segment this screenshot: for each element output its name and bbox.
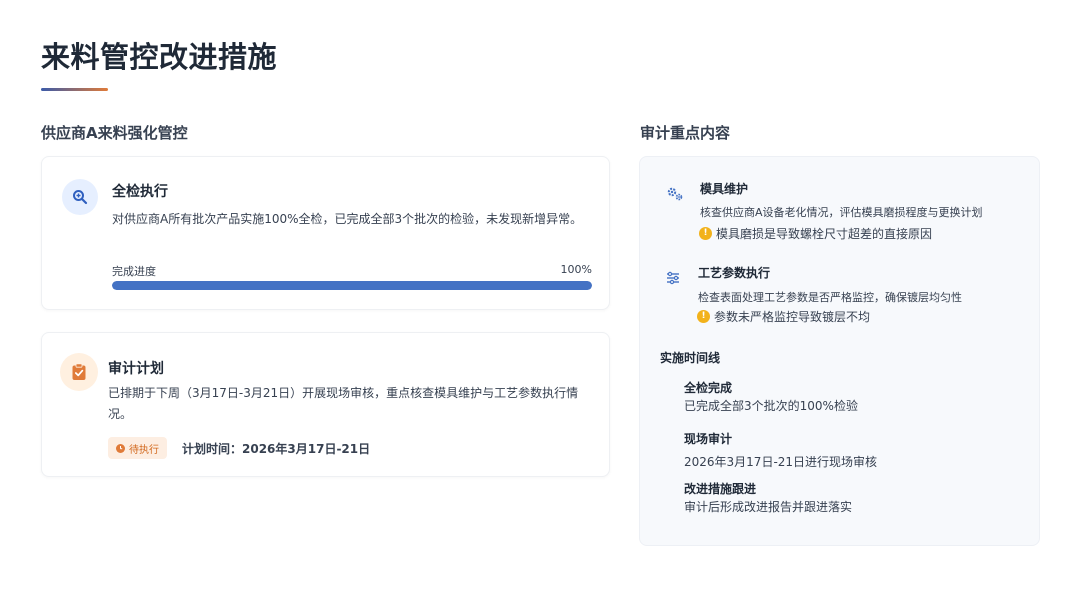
timeline-heading: 实施时间线 bbox=[660, 351, 721, 365]
timeline-entry-title: 改进措施跟进 bbox=[684, 482, 757, 496]
title-underline bbox=[41, 88, 108, 91]
timeline-entry-description: 2026年3月17日-21日进行现场审核 bbox=[684, 455, 878, 469]
progress-bar bbox=[112, 281, 592, 290]
warning-icon: ! bbox=[699, 227, 712, 240]
plan-time: 计划时间：2026年3月17日-21日 bbox=[182, 442, 371, 456]
focus-item-title: 工艺参数执行 bbox=[698, 266, 771, 280]
timeline-entry-description: 审计后形成改进报告并跟进落实 bbox=[684, 500, 853, 514]
progress-label: 完成进度 bbox=[112, 265, 156, 278]
inspection-card: 全检执行 对供应商A所有批次产品实施100%全检，已完成全部3个批次的检验，未发… bbox=[41, 156, 610, 310]
focus-item-warning: ! 模具磨损是导致螺栓尺寸超差的直接原因 bbox=[699, 225, 932, 242]
inspection-title: 全检执行 bbox=[112, 184, 168, 200]
search-icon bbox=[62, 179, 98, 215]
audit-focus-panel: 模具维护 核查供应商A设备老化情况，评估模具磨损程度与更换计划 ! 模具磨损是导… bbox=[639, 156, 1040, 546]
timeline-entry-title: 全检完成 bbox=[684, 381, 733, 395]
focus-item-title: 模具维护 bbox=[700, 182, 749, 196]
clock-icon bbox=[116, 443, 125, 453]
section-heading-audit-focus: 审计重点内容 bbox=[640, 124, 731, 142]
gears-icon bbox=[664, 183, 686, 205]
timeline-entry-title: 现场审计 bbox=[684, 432, 733, 446]
focus-item-warning-text: 模具磨损是导致螺栓尺寸超差的直接原因 bbox=[716, 227, 933, 241]
audit-plan-description: 已排期于下周（3月17日-3月21日）开展现场审核，重点核查模具维护与工艺参数执… bbox=[108, 386, 579, 421]
warning-icon: ! bbox=[697, 310, 710, 323]
sliders-icon bbox=[662, 267, 684, 289]
audit-plan-title: 审计计划 bbox=[108, 361, 164, 377]
timeline-entry-description: 已完成全部3个批次的100%检验 bbox=[684, 399, 858, 413]
focus-item-warning-text: 参数未严格监控导致镀层不均 bbox=[714, 310, 871, 324]
progress-fill bbox=[112, 281, 592, 290]
inspection-description: 对供应商A所有批次产品实施100%全检，已完成全部3个批次的检验，未发现新增异常… bbox=[112, 212, 583, 226]
status-badge-label: 待执行 bbox=[129, 444, 159, 456]
page-title: 来料管控改进措施 bbox=[41, 40, 278, 74]
progress-value: 100% bbox=[560, 263, 592, 276]
focus-item-description: 检查表面处理工艺参数是否严格监控，确保镀层均匀性 bbox=[698, 291, 962, 304]
section-heading-supplier: 供应商A来料强化管控 bbox=[41, 124, 188, 142]
status-badge: 待执行 bbox=[108, 437, 167, 459]
focus-item-warning: ! 参数未严格监控导致镀层不均 bbox=[697, 308, 870, 325]
clipboard-icon bbox=[60, 353, 98, 391]
audit-plan-card: 审计计划 已排期于下周（3月17日-3月21日）开展现场审核，重点核查模具维护与… bbox=[41, 332, 610, 477]
focus-item-description: 核查供应商A设备老化情况，评估模具磨损程度与更换计划 bbox=[700, 206, 983, 219]
